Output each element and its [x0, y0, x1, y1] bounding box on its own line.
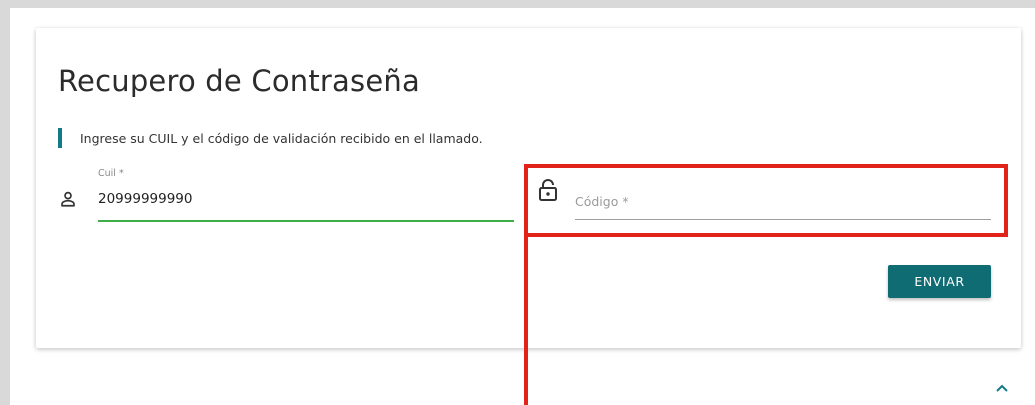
person-icon [59, 190, 77, 212]
page: Recupero de Contraseña Ingrese su CUIL y… [0, 0, 1035, 405]
chevron-up-icon [995, 378, 1009, 397]
cuil-field: Cuil * [58, 168, 514, 224]
cuil-underline [98, 220, 514, 222]
cuil-input[interactable] [98, 191, 508, 207]
highlight-box [524, 164, 1008, 237]
enviar-button[interactable]: ENVIAR [888, 265, 991, 298]
cuil-label: Cuil * [98, 168, 124, 179]
page-title: Recupero de Contraseña [58, 64, 420, 98]
scroll-to-top-button[interactable] [992, 377, 1012, 397]
highlight-pointer-line [524, 237, 528, 405]
info-text: Ingrese su CUIL y el código de validació… [80, 130, 483, 146]
info-message: Ingrese su CUIL y el código de validació… [58, 128, 483, 148]
info-accent-bar [58, 128, 62, 148]
